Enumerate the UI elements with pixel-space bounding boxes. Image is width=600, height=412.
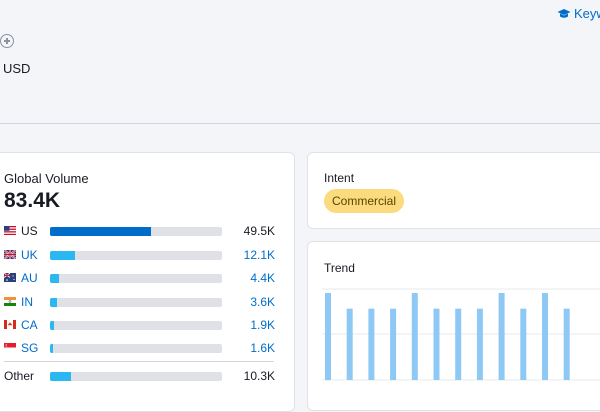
- country-row-ca[interactable]: CA 1.9K: [4, 317, 284, 333]
- trend-bar: [411, 293, 418, 380]
- global-volume-card: Global Volume 83.4K US 49.5K UK 12.1K AU…: [0, 152, 295, 412]
- volume-bar: [50, 298, 222, 307]
- country-code[interactable]: SG: [21, 341, 38, 355]
- trend-bar: [520, 308, 527, 380]
- keyword-link-label: Keyw: [574, 6, 600, 21]
- trend-bar: [368, 308, 375, 380]
- trend-bar: [476, 308, 483, 380]
- country-row-au[interactable]: AU 4.4K: [4, 270, 284, 286]
- global-volume-title: Global Volume: [4, 171, 89, 186]
- country-code[interactable]: AU: [21, 271, 38, 285]
- country-volume[interactable]: 4.4K: [250, 271, 275, 285]
- us-flag-icon: [4, 226, 16, 235]
- volume-bar-fill: [50, 251, 75, 260]
- volume-bar-fill: [50, 298, 58, 307]
- volume-bar: [50, 274, 222, 283]
- trend-bar: [498, 293, 505, 380]
- country-volume: 49.5K: [243, 224, 275, 238]
- filters-area: USD Keyw: [0, 0, 600, 124]
- country-volume[interactable]: 3.6K: [250, 295, 275, 309]
- add-circle-icon[interactable]: [0, 34, 14, 48]
- ca-flag-icon: [4, 320, 16, 329]
- volume-bar-fill: [50, 321, 54, 330]
- trend-bar: [325, 293, 331, 380]
- country-code: US: [21, 224, 38, 238]
- trend-card: Trend: [307, 241, 600, 411]
- currency-label: USD: [3, 61, 31, 76]
- trend-bar: [346, 308, 353, 380]
- graduation-cap-icon: [557, 8, 571, 18]
- volume-bar: [50, 372, 222, 381]
- volume-bar-fill: [50, 344, 54, 353]
- volume-bar: [50, 227, 222, 236]
- country-row-sg[interactable]: SG 1.6K: [4, 340, 284, 356]
- country-row-other: Other 10.3K: [4, 368, 284, 384]
- country-volume[interactable]: 12.1K: [244, 248, 275, 262]
- trend-bar: [390, 308, 397, 380]
- country-volume[interactable]: 1.6K: [250, 341, 275, 355]
- intent-title: Intent: [324, 171, 355, 185]
- volume-bar-fill: [50, 227, 152, 236]
- volume-bar-fill: [50, 274, 60, 283]
- intent-card: Intent Commercial: [307, 152, 600, 229]
- uk-flag-icon: [4, 250, 16, 259]
- trend-bar: [433, 308, 440, 380]
- country-row-uk[interactable]: UK 12.1K: [4, 247, 284, 263]
- trend-title: Trend: [324, 261, 355, 275]
- volume-bar: [50, 344, 222, 353]
- volume-divider: [4, 361, 274, 362]
- volume-bar: [50, 321, 222, 330]
- country-code[interactable]: UK: [21, 248, 38, 262]
- in-flag-icon: [4, 297, 16, 306]
- other-label: Other: [4, 369, 35, 383]
- country-volume[interactable]: 1.9K: [250, 318, 275, 332]
- country-row-us: US 49.5K: [4, 223, 284, 239]
- volume-bar-fill: [50, 372, 72, 381]
- trend-bar: [542, 293, 548, 380]
- other-volume: 10.3K: [243, 369, 275, 383]
- trend-bar: [455, 308, 462, 380]
- sg-flag-icon: [4, 343, 16, 352]
- country-code[interactable]: CA: [21, 318, 38, 332]
- au-flag-icon: [4, 273, 16, 282]
- country-code[interactable]: IN: [21, 295, 33, 309]
- country-row-in[interactable]: IN 3.6K: [4, 294, 284, 310]
- trend-chart: [322, 288, 600, 381]
- keyword-link[interactable]: Keyw: [557, 6, 600, 21]
- volume-bar: [50, 251, 222, 260]
- trend-bar: [563, 308, 570, 380]
- intent-badge: Commercial: [324, 189, 405, 213]
- global-volume-value: 83.4K: [4, 189, 61, 212]
